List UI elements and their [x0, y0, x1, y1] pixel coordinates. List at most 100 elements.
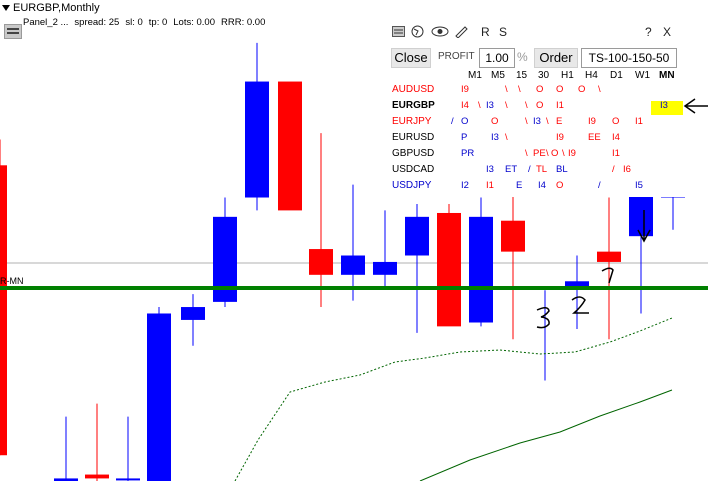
tp-value: tp: 0	[148, 17, 168, 28]
candle-body	[85, 474, 109, 479]
signal-cell: P	[461, 132, 468, 143]
candle-body	[373, 261, 397, 275]
ts-field[interactable]: TS-100-150-50	[581, 48, 677, 68]
signal-cell: I1	[556, 100, 564, 111]
dashboard-panel: R S ? X Close PROFIT 1.00 % Order TS-100…	[388, 21, 690, 197]
signal-cell: \	[525, 116, 528, 127]
signal-cell: I1	[635, 116, 643, 127]
signal-cell: /	[528, 164, 531, 175]
signal-cell: I3	[486, 100, 494, 111]
signal-cell: PE	[533, 148, 546, 159]
signal-cell: O	[556, 180, 564, 191]
signal-cell: \	[598, 84, 601, 95]
signal-cell: TL	[536, 164, 548, 175]
signal-cell: \	[518, 84, 521, 95]
signal-cell: O	[461, 116, 469, 127]
signal-cell: \	[505, 132, 508, 143]
signal-cell: I5	[635, 180, 643, 191]
candle-body	[501, 220, 525, 252]
order-button[interactable]: Order	[534, 48, 578, 68]
signal-cell: I3	[533, 116, 541, 127]
dropdown-arrow-icon[interactable]	[2, 5, 10, 11]
tf-d1: D1	[610, 70, 623, 81]
signal-cell: E	[556, 116, 563, 127]
signal-cell: BL	[556, 164, 568, 175]
signal-cell: O	[578, 84, 586, 95]
close-x-button[interactable]: X	[663, 25, 671, 39]
candle-body	[405, 216, 429, 256]
profit-label: PROFIT	[438, 51, 475, 62]
candle-body	[341, 255, 365, 275]
handwritten-arrow-left	[683, 98, 708, 114]
signal-cell: \	[505, 84, 508, 95]
candle-body	[116, 478, 140, 481]
handwritten-marks	[536, 267, 614, 329]
help-button[interactable]: ?	[645, 25, 652, 39]
tf-h1: H1	[561, 70, 574, 81]
signal-cell: I3	[491, 132, 499, 143]
signal-cell: \	[525, 148, 528, 159]
candle-body	[469, 216, 493, 323]
signal-cell: O	[551, 148, 559, 159]
signal-cell: I4	[538, 180, 546, 191]
signal-cell: I9	[556, 132, 564, 143]
signal-cell: I9	[568, 148, 576, 159]
signal-cell: I3	[486, 164, 494, 175]
signal-cell: O	[491, 116, 499, 127]
signal-cell: \	[546, 148, 549, 159]
close-button[interactable]: Close	[391, 48, 431, 68]
candle-body	[309, 249, 333, 275]
sl-value: sl: 0	[125, 17, 143, 28]
symbol-audusd[interactable]: AUDUSD	[392, 84, 434, 95]
signal-cell: /	[451, 116, 454, 127]
tf-mn: MN	[659, 70, 675, 81]
signal-cell: I9	[461, 84, 469, 95]
signal-cell: I1	[486, 180, 494, 191]
candle-body	[245, 81, 269, 198]
candle-body	[147, 313, 171, 481]
r-button[interactable]: R	[481, 25, 490, 39]
lots-value: Lots: 0.00	[173, 17, 215, 28]
symbol-gbpusd[interactable]: GBPUSD	[392, 148, 434, 159]
candle-body	[181, 307, 205, 320]
percent-label: %	[517, 50, 528, 64]
symbol-eurusd[interactable]: EURUSD	[392, 132, 434, 143]
signal-cell: \	[478, 100, 481, 111]
signal-cell: I9	[588, 116, 596, 127]
level-label: R-MN	[0, 276, 24, 286]
signal-cell: O	[536, 100, 544, 111]
signal-cell: /	[598, 180, 601, 191]
tf-15: 15	[516, 70, 528, 81]
moving-average-fast	[234, 317, 673, 481]
layout-icon[interactable]	[392, 26, 405, 37]
symbol-eurgbp[interactable]: EURGBP	[392, 100, 435, 111]
symbol-timeframe-label: EURGBP,Monthly	[13, 2, 100, 14]
panel-status-line: Panel_2 ... spread: 25 sl: 0 tp: 0 Lots:…	[23, 17, 265, 28]
signal-cell: O	[556, 84, 564, 95]
tf-w1: W1	[635, 70, 650, 81]
signal-cell: EE	[588, 132, 601, 143]
signal-cell: ET	[505, 164, 518, 175]
globe-icon[interactable]	[411, 25, 424, 38]
signal-cell: \	[505, 100, 508, 111]
signal-cell: O	[536, 84, 544, 95]
candle-body	[0, 165, 7, 456]
symbol-usdcad[interactable]: USDCAD	[392, 164, 434, 175]
eye-icon[interactable]	[431, 26, 449, 37]
s-button[interactable]: S	[499, 25, 507, 39]
signal-cell: I2	[461, 180, 469, 191]
chart-title[interactable]: EURGBP,Monthly	[2, 2, 100, 14]
panel-menu-icon[interactable]	[4, 24, 22, 39]
signal-cell: I6	[623, 164, 631, 175]
signal-cell: /	[612, 164, 615, 175]
signal-cell: E	[516, 180, 523, 191]
candle-body	[278, 81, 302, 211]
tf-m5: M5	[491, 70, 505, 81]
candle-body	[597, 251, 621, 262]
profit-input[interactable]: 1.00	[479, 48, 515, 68]
moving-average-slow	[419, 389, 673, 481]
symbol-eurjpy[interactable]: EURJPY	[392, 116, 431, 127]
symbol-usdjpy[interactable]: USDJPY	[392, 180, 431, 191]
signal-cell: I4	[461, 100, 469, 111]
pencil-icon[interactable]	[454, 25, 468, 38]
